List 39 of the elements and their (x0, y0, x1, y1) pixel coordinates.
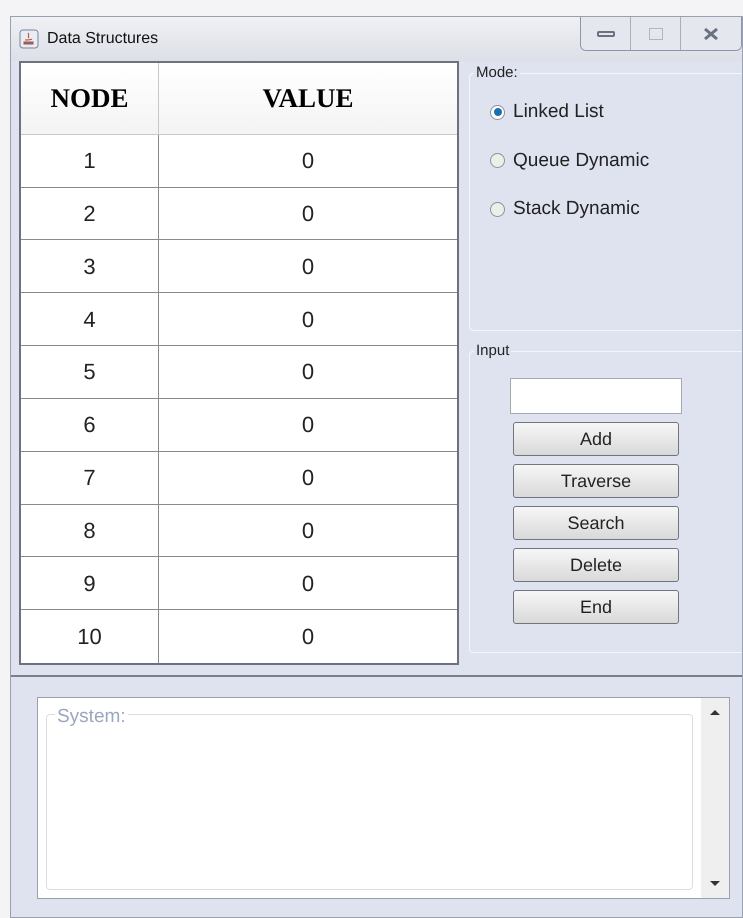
table-cell-text: 0 (300, 147, 316, 176)
table-cell: 2 (21, 188, 159, 240)
table-cell: 5 (21, 346, 159, 398)
action-button[interactable]: Delete (513, 548, 679, 582)
minimize-icon (596, 30, 614, 36)
table-cell-text: 0 (300, 464, 316, 492)
input-field[interactable] (510, 378, 682, 414)
table-cell-text: 0 (300, 570, 316, 598)
table-cell-text: 0 (300, 623, 316, 652)
table-cell: 8 (21, 504, 159, 556)
mode-radio[interactable]: Queue Dynamic (490, 146, 742, 175)
table-cell-text: 0 (300, 306, 316, 334)
mode-radio[interactable]: Stack Dynamic (490, 195, 742, 224)
minimize-button[interactable] (581, 17, 631, 50)
window-title: Data Structures (47, 29, 158, 49)
action-button[interactable]: Search (513, 506, 679, 540)
table-cell: 1 (21, 134, 159, 187)
action-button[interactable]: Traverse (513, 464, 679, 498)
table-cell: 9 (21, 557, 159, 610)
table-cell: 6 (21, 398, 159, 451)
java-cup-icon (19, 29, 39, 49)
table-cell: 10 (21, 610, 159, 664)
mode-radio[interactable]: Linked List (490, 98, 742, 126)
table-cell: 4 (21, 293, 159, 346)
column-header: NODE (21, 63, 159, 134)
close-button[interactable] (681, 17, 741, 50)
scroll-down-icon[interactable] (709, 880, 721, 888)
table-cell-text: 0 (300, 358, 316, 386)
table-cell-text: 0 (300, 516, 316, 545)
table-cell: 3 (21, 240, 159, 292)
scroll-up-icon[interactable] (709, 708, 721, 716)
table-cell-text: 0 (300, 252, 316, 281)
close-icon (702, 26, 720, 40)
action-button[interactable]: End (513, 590, 679, 624)
action-button[interactable]: Add (513, 422, 679, 456)
table-cell-text: 0 (300, 411, 316, 440)
maximize-icon (648, 28, 662, 40)
table-cell: 7 (21, 452, 159, 504)
table-cell-text: 0 (300, 200, 316, 228)
